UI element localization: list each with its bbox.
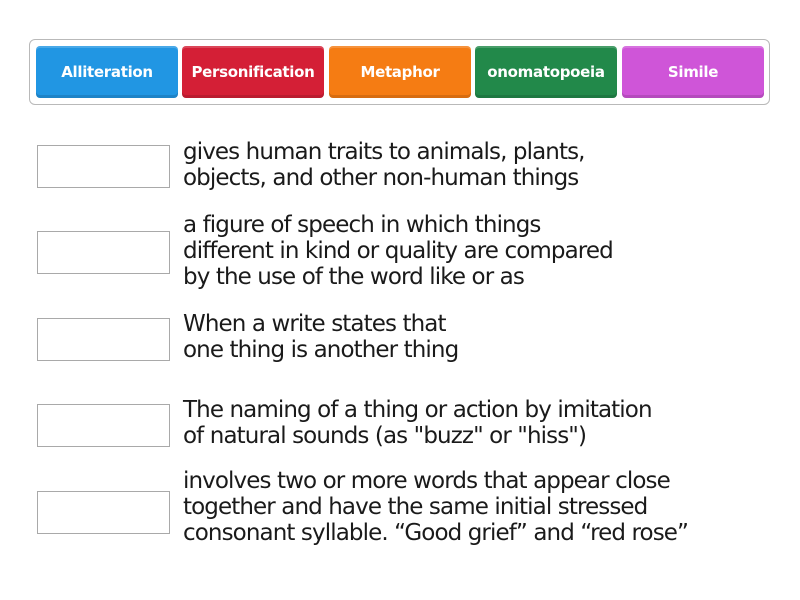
answer-slot-3[interactable] bbox=[37, 318, 170, 361]
tile-simile[interactable]: Simile bbox=[622, 46, 764, 98]
definition-1: gives human traits to animals, plants, o… bbox=[183, 139, 585, 191]
answer-slot-5[interactable] bbox=[37, 491, 170, 534]
tile-metaphor[interactable]: Metaphor bbox=[329, 46, 471, 98]
definition-4: The naming of a thing or action by imita… bbox=[183, 397, 653, 449]
definition-2: a figure of speech in which things diffe… bbox=[183, 212, 614, 290]
answer-slot-1[interactable] bbox=[37, 145, 170, 188]
tile-personification[interactable]: Personification bbox=[182, 46, 324, 98]
tile-onomatopoeia[interactable]: onomatopoeia bbox=[475, 46, 617, 98]
answer-slot-2[interactable] bbox=[37, 231, 170, 274]
answer-slot-4[interactable] bbox=[37, 404, 170, 447]
definition-5: involves two or more words that appear c… bbox=[183, 468, 689, 546]
word-bank: Alliteration Personification Metaphor on… bbox=[29, 39, 770, 105]
tile-alliteration[interactable]: Alliteration bbox=[36, 46, 178, 98]
definition-3: When a write states that one thing is an… bbox=[183, 311, 459, 363]
